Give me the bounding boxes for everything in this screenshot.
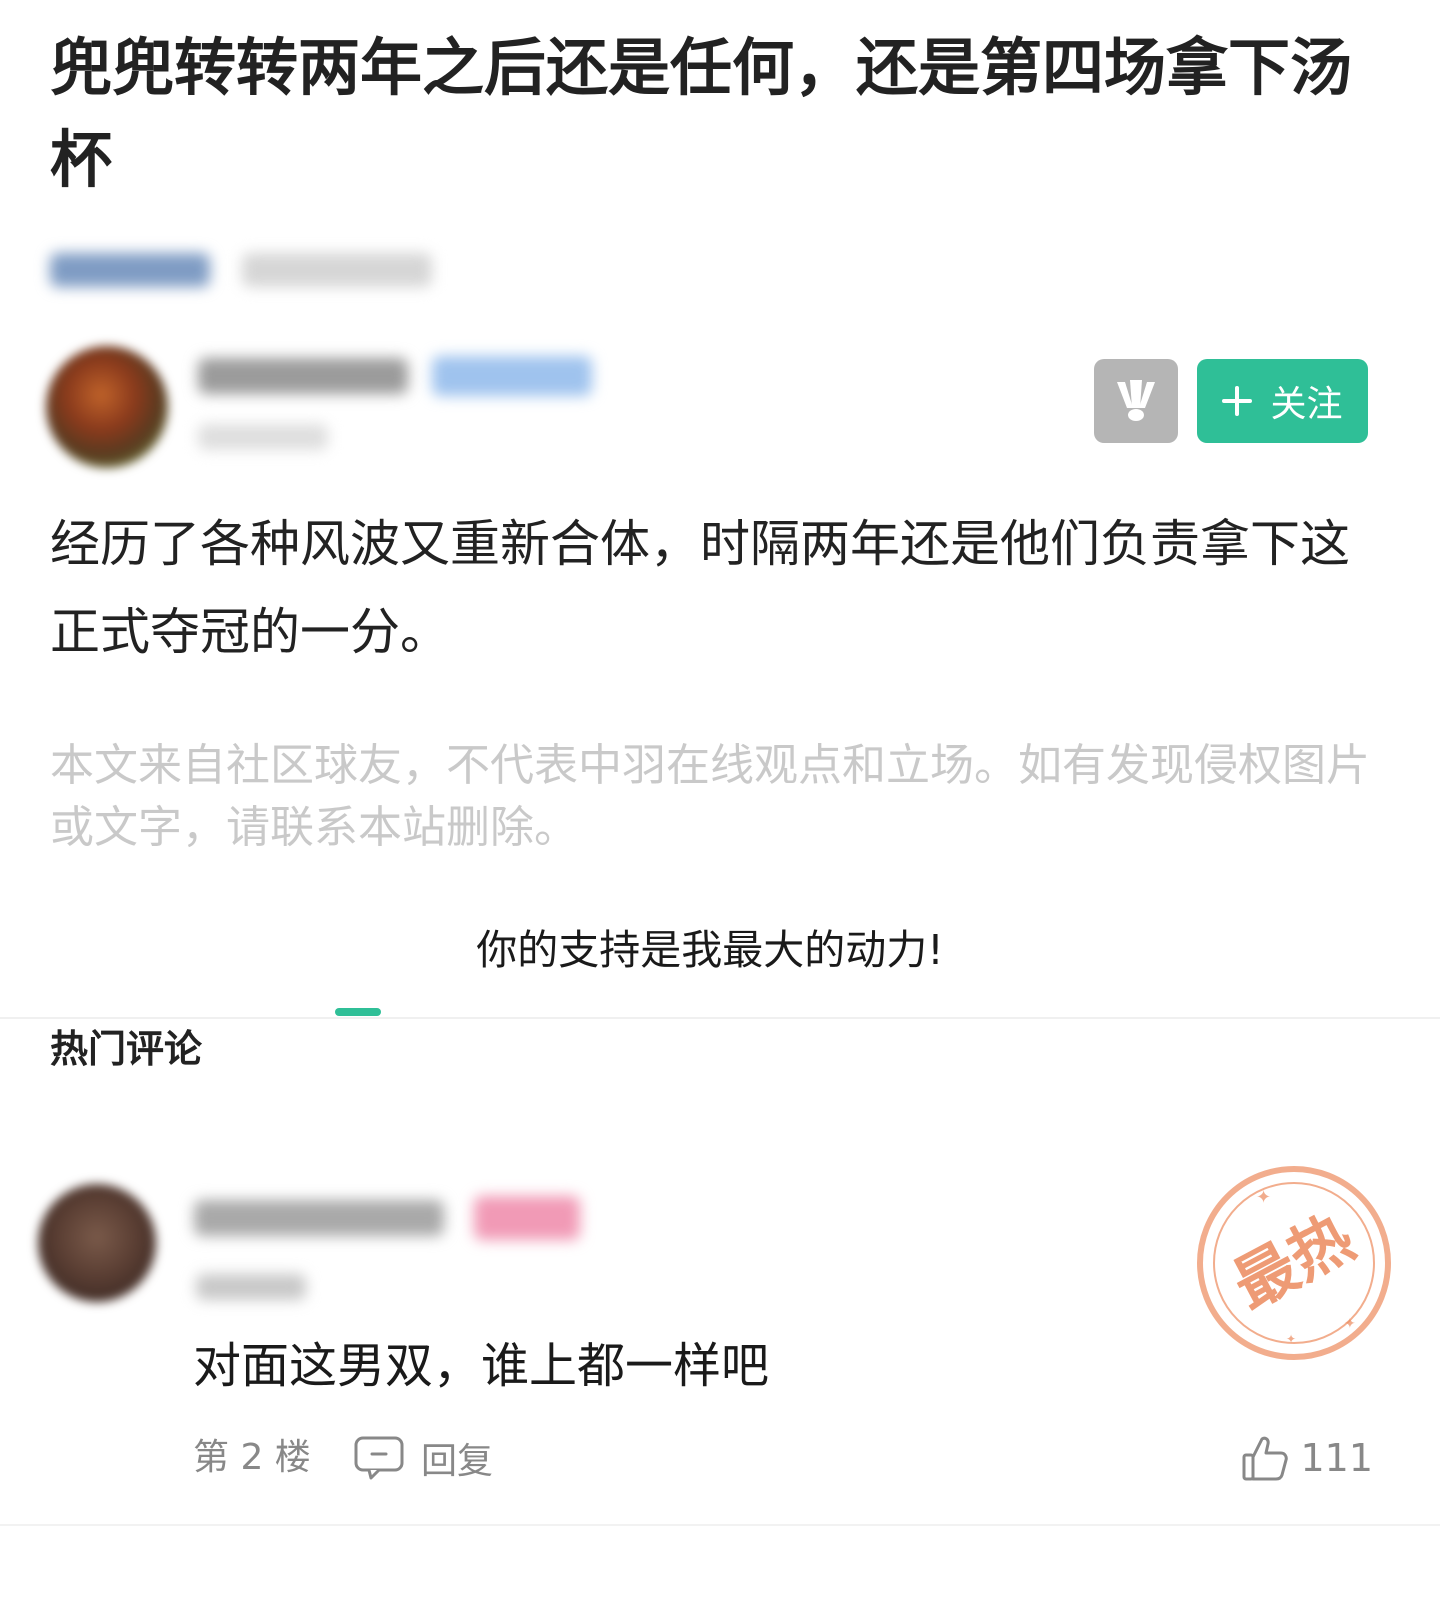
reply-label: 回复 <box>421 1441 494 1482</box>
author-subtitle-blurred <box>198 424 328 450</box>
author-row: 关注 <box>46 340 1396 470</box>
comment-bubble-icon <box>354 1436 404 1480</box>
comment-text: 对面这男双，谁上都一样吧 <box>193 1338 770 1394</box>
hottest-stamp-icon: 最热 ✦ ✦ ✦ <box>1197 1166 1391 1360</box>
commenter-tag-blurred <box>474 1196 580 1240</box>
follow-button[interactable]: 关注 <box>1197 359 1368 443</box>
like-button[interactable]: 111 <box>1240 1430 1373 1486</box>
section-divider <box>0 1017 1440 1019</box>
svg-text:✦: ✦ <box>1286 1332 1296 1346</box>
comment-footer: 第 2 楼 回复 111 <box>193 1430 1373 1486</box>
svg-text:✦: ✦ <box>1344 1316 1356 1332</box>
article-body: 经历了各种风波又重新合体，时隔两年还是他们负责拿下这正式夺冠的一分。 <box>50 515 1350 661</box>
follow-label: 关注 <box>1270 384 1343 425</box>
bottom-divider <box>0 1524 1440 1526</box>
comment-floor: 第 2 楼 <box>193 1437 311 1478</box>
author-badge-blurred <box>432 356 592 396</box>
like-count: 111 <box>1300 1436 1373 1480</box>
stamp-text: 最热 <box>1221 1200 1365 1323</box>
article-disclaimer: 本文来自社区球友，不代表中羽在线观点和立场。如有发现侵权图片或文字，请联系本站删… <box>50 740 1370 853</box>
article-title: 兜兜转转两年之后还是任何，还是第四场拿下汤杯 <box>50 31 1353 196</box>
thumbs-up-icon <box>1242 1436 1289 1481</box>
article-page: 兜兜转转两年之后还是任何，还是第四场拿下汤杯 关注 经历了各种风波又重新合体，时… <box>0 0 1440 1603</box>
comment-time-blurred <box>196 1274 306 1300</box>
commenter-avatar[interactable] <box>38 1184 156 1302</box>
article-stats-blurred <box>242 253 432 287</box>
hot-comments-title: 热门评论 <box>50 1027 203 1071</box>
author-avatar[interactable] <box>46 346 168 468</box>
author-name-blurred[interactable] <box>198 358 408 394</box>
shuttlecock-button[interactable] <box>1094 359 1178 443</box>
article-meta <box>50 248 432 292</box>
svg-text:✦: ✦ <box>1256 1187 1271 1208</box>
shuttlecock-icon <box>1117 380 1155 421</box>
tab-indicator <box>335 1008 381 1016</box>
commenter-name-blurred[interactable] <box>194 1200 444 1236</box>
support-message: 你的支持是我最大的动力! <box>476 926 944 974</box>
reply-button[interactable]: 回复 <box>353 1430 493 1486</box>
plus-icon <box>1222 386 1253 416</box>
article-source-blurred <box>50 253 210 287</box>
